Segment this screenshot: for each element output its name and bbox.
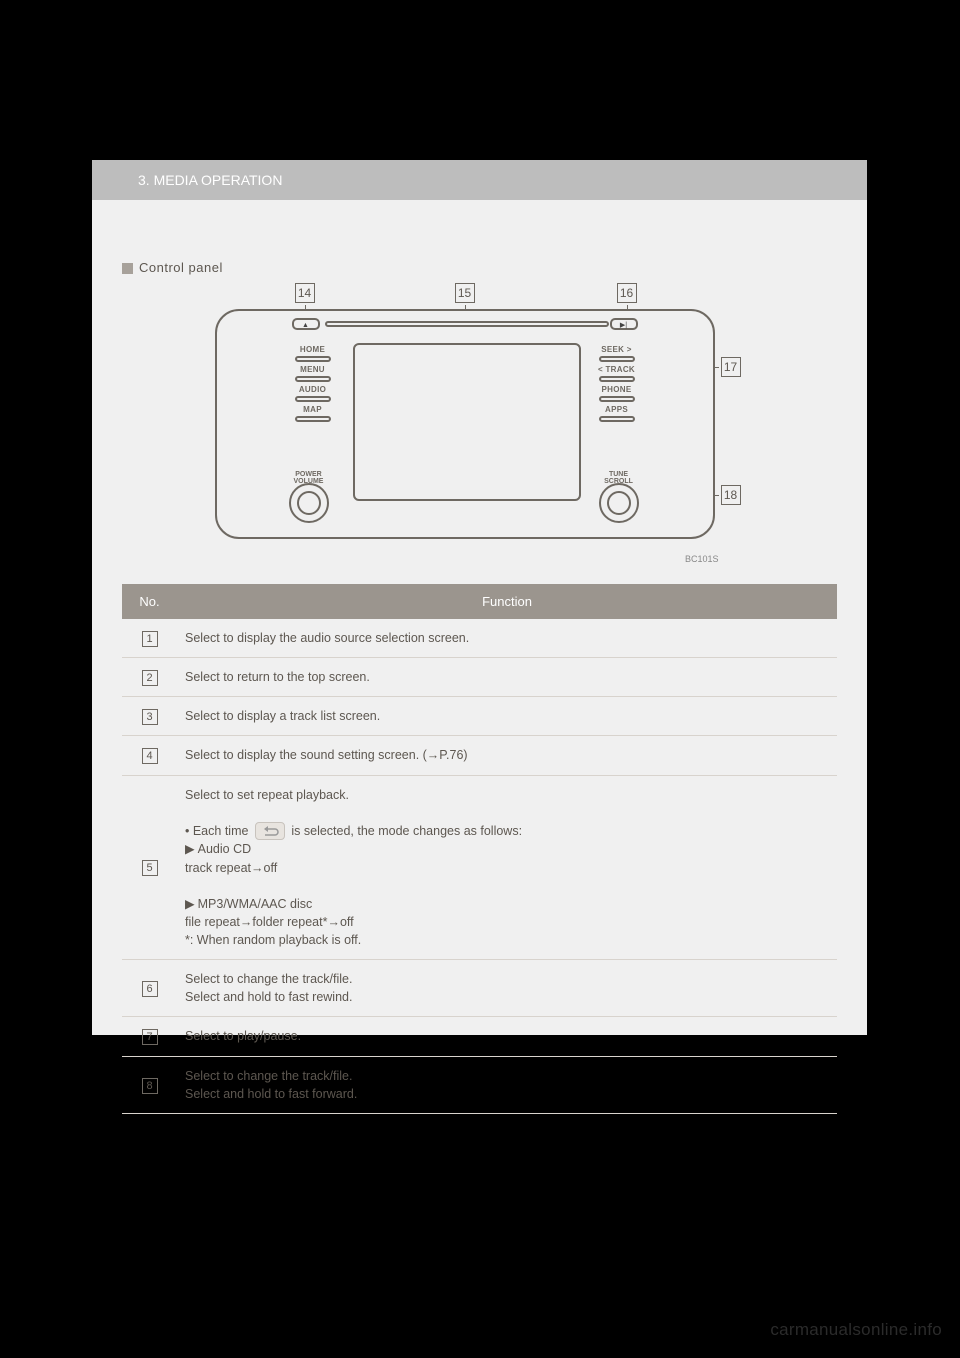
display-screen [353,343,581,501]
row-number-cell: 3 [122,697,177,736]
row-function-cell: Select to play/pause. [177,1017,837,1056]
row-function-cell: Select to display the audio source selec… [177,619,837,658]
table-row: 2 Select to return to the top screen. [122,658,837,697]
table-row: 7 Select to play/pause. [122,1017,837,1056]
track-label: < TRACK [598,365,635,374]
callout-15: 15 [455,283,475,303]
watermark: carmanualsonline.info [770,1320,942,1340]
title-bullet-icon [122,263,133,274]
row-number-cell: 5 [122,775,177,960]
panel-title: Control panel [122,260,837,275]
table-row: 1 Select to display the audio source sele… [122,619,837,658]
table-body: 1 Select to display the audio source sele… [122,619,837,1113]
row-number-cell: 1 [122,619,177,658]
body-area: Control panel 14 15 16 17 18 ▲ ▶| HOME [92,200,867,1035]
table-row: 5 Select to set repeat playback.• Each ti… [122,775,837,960]
row-number-cell: 6 [122,960,177,1017]
row-function-cell: Select to change the track/file.Select a… [177,1056,837,1113]
phone-label: PHONE [602,385,632,394]
row-function-cell: Select to set repeat playback.• Each tim… [177,775,837,960]
track-button: < TRACK [593,365,641,382]
table-row: 3 Select to display a track list screen. [122,697,837,736]
number-box-icon: 3 [142,709,158,725]
apps-button: APPS [593,405,641,422]
skip-button-icon: ▶| [610,318,638,330]
row-number-cell: 7 [122,1017,177,1056]
page: 3. MEDIA OPERATION Control panel 14 15 1… [0,0,960,1358]
audio-label: AUDIO [299,385,326,394]
power-volume-knob-icon [289,483,329,523]
number-box-icon: 4 [142,748,158,764]
row-number-cell: 4 [122,736,177,775]
col-header-function: Function [177,584,837,619]
tune-scroll-knob-icon [599,483,639,523]
repeat-icon [255,822,285,840]
number-box-icon: 8 [142,1078,158,1094]
home-label: HOME [300,345,325,354]
number-box-icon: 7 [142,1029,158,1045]
right-button-column: SEEK > < TRACK PHONE APPS [593,345,641,425]
callout-16: 16 [617,283,637,303]
map-label: MAP [303,405,322,414]
seek-button: SEEK > [593,345,641,362]
table-row: 8 Select to change the track/file.Select … [122,1056,837,1113]
cd-slot [325,321,609,327]
image-code: BC101S [685,554,719,564]
row-function-cell: Select to return to the top screen. [177,658,837,697]
callout-14: 14 [295,283,315,303]
number-box-icon: 1 [142,631,158,647]
table-head-row: No. Function [122,584,837,619]
section-header: 3. MEDIA OPERATION [92,160,867,200]
left-button-column: HOME MENU AUDIO MAP [289,345,337,425]
eject-button-icon: ▲ [292,318,320,330]
table-row: 6 Select to change the track/file.Select … [122,960,837,1017]
map-button: MAP [289,405,337,422]
callout-18: 18 [721,485,741,505]
audio-button: AUDIO [289,385,337,402]
head-unit-illustration: 14 15 16 17 18 ▲ ▶| HOME MENU AUDIO MA [215,285,745,570]
head-unit-bezel: ▲ ▶| HOME MENU AUDIO MAP SEEK > < TRACK … [215,309,715,539]
menu-button: MENU [289,365,337,382]
row-number-cell: 8 [122,1056,177,1113]
seek-label: SEEK > [601,345,631,354]
row-function-cell: Select to display the sound setting scre… [177,736,837,775]
function-table: No. Function 1 Select to display the audi… [122,584,837,1114]
number-box-icon: 2 [142,670,158,686]
col-header-no: No. [122,584,177,619]
row-function-cell: Select to change the track/file.Select a… [177,960,837,1017]
menu-label: MENU [300,365,325,374]
table-row: 4 Select to display the sound setting scr… [122,736,837,775]
callout-17: 17 [721,357,741,377]
phone-button: PHONE [593,385,641,402]
home-button: HOME [289,345,337,362]
row-number-cell: 2 [122,658,177,697]
panel-title-text: Control panel [139,260,223,275]
number-box-icon: 6 [142,981,158,997]
number-box-icon: 5 [142,860,158,876]
apps-label: APPS [605,405,628,414]
row-function-cell: Select to display a track list screen. [177,697,837,736]
